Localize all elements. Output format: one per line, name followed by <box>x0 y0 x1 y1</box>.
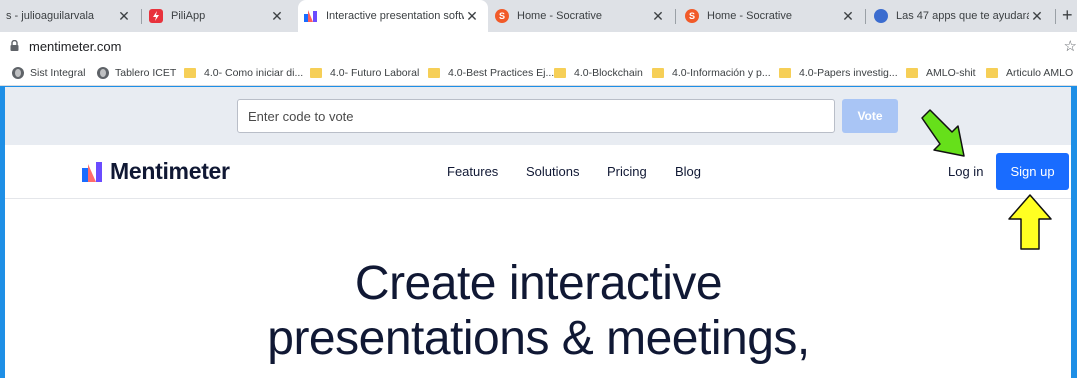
tab-separator <box>1055 9 1056 24</box>
lock-icon <box>10 39 19 54</box>
mentimeter-logo[interactable]: Mentimeter <box>82 158 230 185</box>
bookmark-item[interactable]: 4.0-Papers investig... <box>779 65 898 81</box>
folder-icon <box>779 68 791 78</box>
close-icon[interactable]: ✕ <box>116 8 132 25</box>
bookmark-label: 4.0- Futuro Laboral <box>330 67 420 79</box>
tab-title: Home - Socrative <box>517 10 602 22</box>
nav-features[interactable]: Features <box>447 164 498 179</box>
new-tab-button[interactable]: + <box>1062 5 1073 26</box>
frame-edge-right <box>1071 86 1077 378</box>
bookmark-label: 4.0-Blockchain <box>574 67 643 79</box>
close-icon[interactable]: ✕ <box>464 8 480 25</box>
tab-3-active[interactable]: Interactive presentation softwa ✕ <box>298 0 488 32</box>
vote-button[interactable]: Vote <box>842 99 898 133</box>
tab-separator <box>865 9 866 24</box>
address-bar[interactable]: mentimeter.com ☆ <box>0 32 1077 60</box>
tab-4[interactable]: S Home - Socrative ✕ <box>489 0 674 32</box>
hero-title: Create interactive presentations & meeti… <box>0 256 1077 366</box>
bookmark-item[interactable]: Sist Integral <box>12 65 85 81</box>
folder-icon <box>554 68 566 78</box>
url-text[interactable]: mentimeter.com <box>29 39 121 54</box>
bookmark-item[interactable]: Tablero ICET <box>97 65 176 81</box>
globe-icon <box>97 67 109 79</box>
tab-title: PiliApp <box>171 10 206 22</box>
tab-6[interactable]: Las 47 apps que te ayudarán a ✕ <box>868 0 1053 32</box>
folder-icon <box>906 68 918 78</box>
hero-title-line: Create interactive <box>354 257 723 310</box>
screenshot-frame: s - julioaguilarvala ✕ PiliApp ✕ Interac… <box>0 0 1077 378</box>
piliapp-icon <box>149 9 163 23</box>
close-icon[interactable]: ✕ <box>650 8 666 25</box>
folder-icon <box>986 68 998 78</box>
close-icon[interactable]: ✕ <box>840 8 856 25</box>
mentimeter-icon <box>304 9 318 23</box>
close-icon[interactable]: ✕ <box>1029 8 1045 25</box>
bookmark-item[interactable]: 4.0-Best Practices Ej... <box>428 65 554 81</box>
bookmark-label: Tablero ICET <box>115 67 177 79</box>
bookmark-label: 4.0-Información y p... <box>672 67 771 79</box>
tab-title: Home - Socrative <box>707 10 792 22</box>
frame-edge-left <box>0 86 5 378</box>
tab-separator <box>675 9 676 24</box>
tab-title: Las 47 apps que te ayudarán a <box>896 10 1029 22</box>
signup-button[interactable]: Sign up <box>996 153 1069 190</box>
nav-blog[interactable]: Blog <box>675 164 701 179</box>
socrative-icon: S <box>495 9 509 23</box>
nav-solutions[interactable]: Solutions <box>526 164 579 179</box>
hero-section: Create interactive presentations & meeti… <box>0 199 1077 378</box>
logo-text: Mentimeter <box>110 158 230 184</box>
login-link[interactable]: Log in <box>948 164 983 179</box>
bookmark-label: Articulo AMLO <box>1006 67 1074 79</box>
bookmark-label: 4.0-Best Practices Ej... <box>448 67 555 79</box>
tab-separator <box>141 9 142 24</box>
hero-title-line: presentations & meetings, <box>267 312 810 365</box>
bookmark-star-icon[interactable]: ☆ <box>1064 37 1077 55</box>
bookmark-item[interactable]: AMLO-shit <box>906 65 976 81</box>
folder-icon <box>428 68 440 78</box>
yellow-arrow-annotation <box>1008 194 1052 250</box>
bookmark-item[interactable]: 4.0-Información y p... <box>652 65 771 81</box>
green-arrow-annotation <box>921 109 965 157</box>
tab-5[interactable]: S Home - Socrative ✕ <box>679 0 864 32</box>
bookmark-label: 4.0- Como iniciar di... <box>204 67 304 79</box>
tab-title: s - julioaguilarvala <box>6 10 95 22</box>
folder-icon <box>310 68 322 78</box>
tab-1[interactable]: s - julioaguilarvala ✕ <box>0 0 140 32</box>
vote-code-bar: Vote <box>0 87 1077 145</box>
mentimeter-logo-icon <box>82 161 102 182</box>
vote-code-input[interactable] <box>237 99 835 133</box>
bookmark-item[interactable]: 4.0- Como iniciar di... <box>184 65 303 81</box>
globe-icon <box>874 9 888 23</box>
close-icon[interactable]: ✕ <box>269 8 285 25</box>
nav-pricing[interactable]: Pricing <box>607 164 647 179</box>
folder-icon <box>652 68 664 78</box>
bookmark-item[interactable]: 4.0- Futuro Laboral <box>310 65 419 81</box>
folder-icon <box>184 68 196 78</box>
site-header: Mentimeter Features Solutions Pricing Bl… <box>0 145 1077 199</box>
tab-title: Interactive presentation softwa <box>326 10 464 22</box>
bookmark-label: 4.0-Papers investig... <box>799 67 898 79</box>
browser-tab-strip: s - julioaguilarvala ✕ PiliApp ✕ Interac… <box>0 0 1077 32</box>
globe-icon <box>12 67 24 79</box>
tab-2[interactable]: PiliApp ✕ <box>143 0 293 32</box>
socrative-icon: S <box>685 9 699 23</box>
bookmark-label: AMLO-shit <box>926 67 976 79</box>
bookmark-item[interactable]: 4.0-Blockchain <box>554 65 643 81</box>
bookmarks-bar: Sist Integral Tablero ICET 4.0- Como ini… <box>0 60 1077 86</box>
bookmark-item[interactable]: Articulo AMLO <box>986 65 1073 81</box>
bookmark-label: Sist Integral <box>30 67 86 79</box>
